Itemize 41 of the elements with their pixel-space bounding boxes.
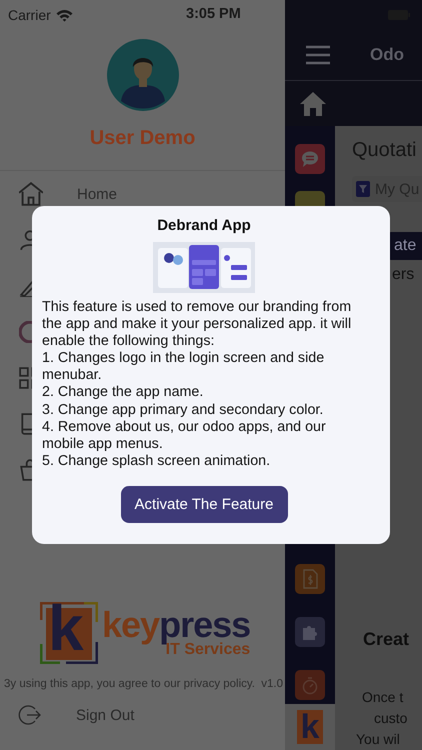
create-button[interactable]: ate <box>388 232 422 260</box>
grid-icon <box>19 367 33 389</box>
logo-wordmark: keypress <box>102 607 250 643</box>
feature-item: 3. Change app primary and secondary color. <box>42 402 324 419</box>
empty-text: You wil <box>356 730 400 749</box>
activate-button[interactable]: Activate The Feature <box>120 486 288 523</box>
feature-item: 1. Changes logo in the login screen and side menubar. <box>42 350 326 384</box>
menu-icon[interactable] <box>306 45 330 65</box>
person-icon <box>19 229 33 251</box>
sign-out-icon <box>18 703 42 727</box>
home-icon <box>19 182 43 206</box>
book-icon <box>19 413 33 435</box>
empty-text: Once t <box>362 688 404 707</box>
sign-out-button[interactable]: Sign Out <box>0 690 285 740</box>
filter-icon <box>356 181 370 197</box>
brand-tile[interactable]: k <box>285 704 335 750</box>
feature-item: 5. Change splash screen animation. <box>42 452 272 470</box>
bag-icon <box>19 459 33 481</box>
stopwatch-icon[interactable] <box>295 670 325 700</box>
subtitle: ers <box>392 266 416 284</box>
carrier-label: Carrier <box>8 7 51 23</box>
app-title: Odo <box>370 45 404 65</box>
home-icon[interactable] <box>299 90 327 116</box>
empty-text: custo <box>374 709 408 728</box>
user-name: User Demo <box>88 127 196 150</box>
logo-mark: k <box>40 602 98 664</box>
status-time: 3:05 PM <box>186 6 241 22</box>
feature-item: 4. Remove about us, our odoo apps, and our mobile app menus. <box>42 418 327 453</box>
dialog-title: Debrand App <box>157 217 251 234</box>
version-label: v1.0 <box>261 678 283 690</box>
puzzle-icon[interactable] <box>295 617 325 647</box>
empty-title: Creat <box>363 629 410 650</box>
avatar-icon <box>106 39 178 111</box>
feature-item: 2. Change the app name. <box>42 384 204 402</box>
dialog-description: This feature is used to remove our branding from the app and make it your personalized app. it will enable the following things: <box>42 299 352 350</box>
invoice-icon[interactable] <box>295 564 325 594</box>
privacy-note: 3y using this app, you agree to our privacy policy. <box>4 678 256 690</box>
chat-icon[interactable] <box>295 144 325 174</box>
menu-item[interactable]: Home <box>77 186 118 202</box>
logo-tagline: IT Services <box>166 641 250 659</box>
wifi-icon <box>56 8 73 22</box>
